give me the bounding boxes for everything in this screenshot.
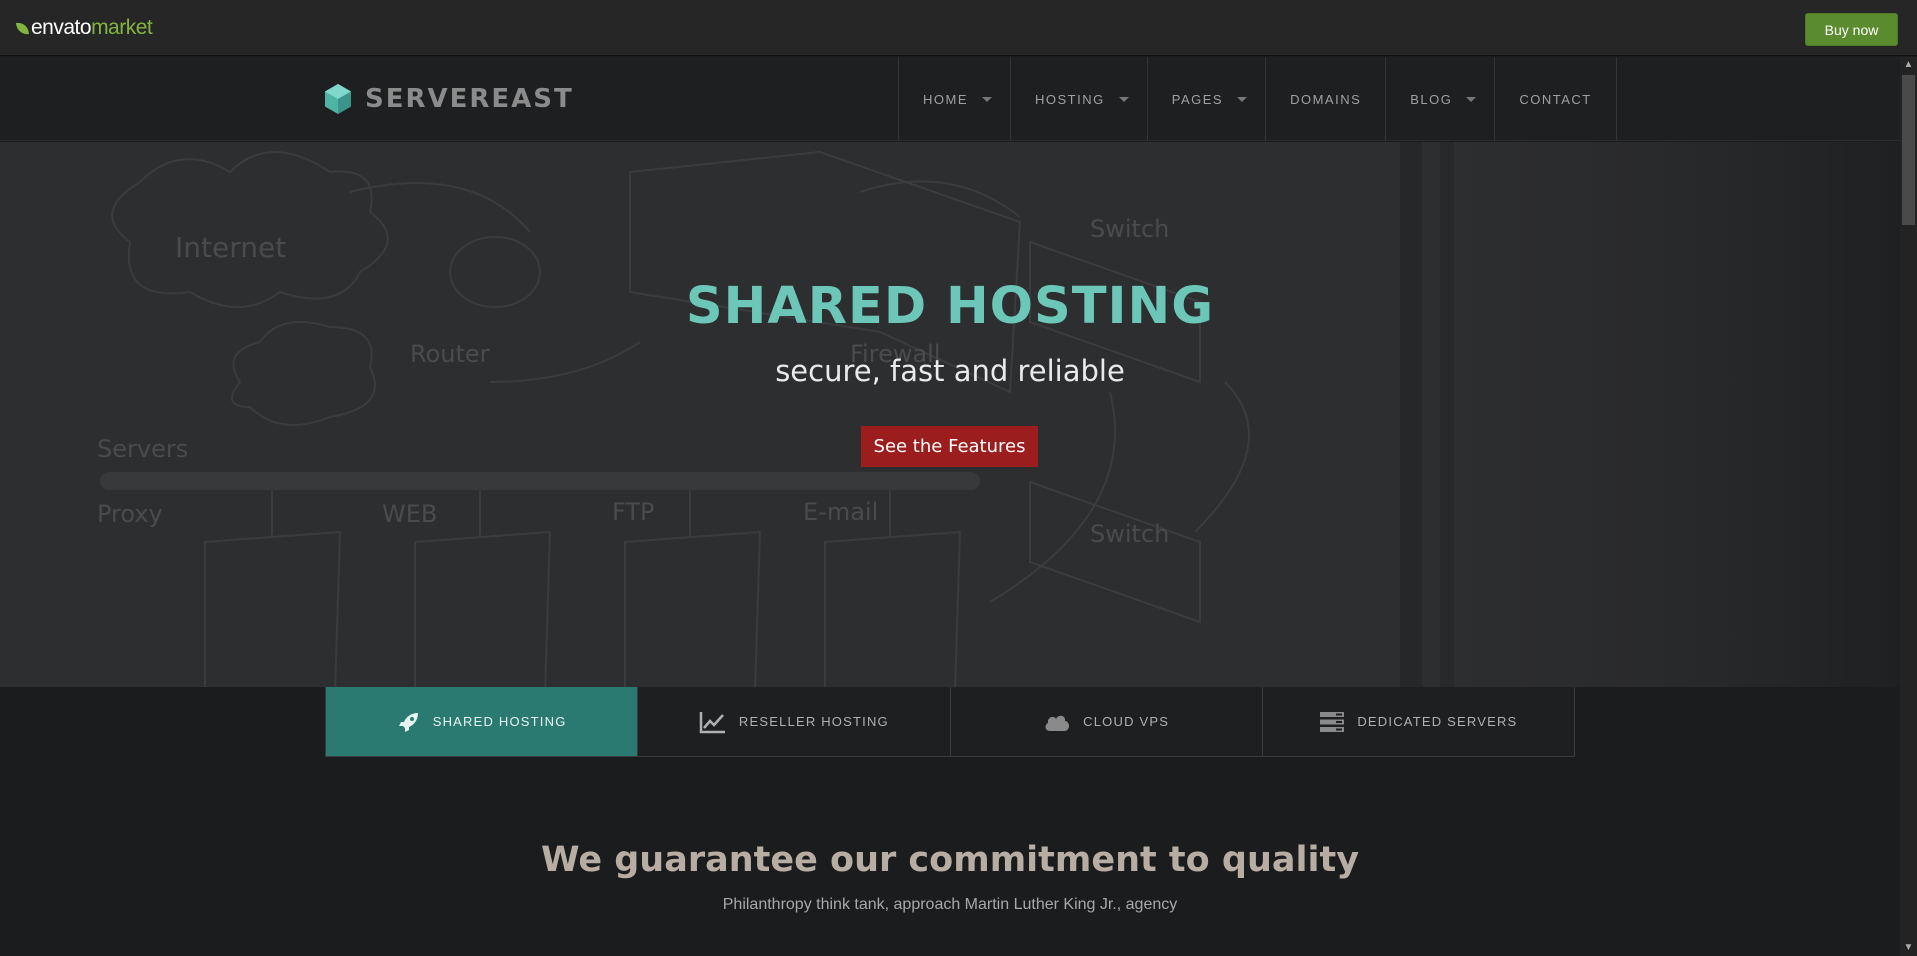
tab-dedicated-servers[interactable]: DEDICATED SERVERS [1262, 687, 1574, 756]
envato-logo[interactable]: envato market [15, 16, 153, 40]
site-header: SERVEREAST HOME HOSTING PAGES DOMAINS BL… [0, 57, 1900, 141]
cube-icon [325, 84, 351, 114]
sketch-label: FTP [612, 498, 655, 526]
nav-label: CONTACT [1519, 91, 1592, 107]
hero-banner: Internet Router Firewall Switch Switch S… [0, 142, 1900, 687]
nav-label: BLOG [1410, 91, 1453, 107]
tab-label: RESELLER HOSTING [738, 714, 889, 729]
caret-down-icon [1466, 96, 1477, 102]
cloud-icon [1045, 715, 1070, 731]
tab-label: CLOUD VPS [1083, 714, 1170, 729]
rocket-icon [398, 712, 418, 732]
hero-subtitle: secure, fast and reliable [775, 354, 1125, 388]
sketch-label: Servers [97, 435, 188, 463]
nav-item-contact[interactable]: CONTACT [1495, 57, 1617, 141]
nav-item-hosting[interactable]: HOSTING [1011, 57, 1148, 141]
envato-bar: envato market Buy now [0, 0, 1917, 56]
leaf-icon [15, 20, 30, 36]
site-logo[interactable]: SERVEREAST [325, 84, 574, 114]
caret-down-icon [1237, 96, 1248, 102]
section-subtitle: Philanthropy think tank, approach Martin… [722, 896, 1178, 913]
network-sketch-illustration: Internet Router Firewall Switch Switch S… [97, 142, 1900, 687]
tab-label: SHARED HOSTING [432, 714, 567, 729]
nav-label: PAGES [1171, 91, 1224, 107]
scroll-down-arrow-icon[interactable]: ▼ [1900, 940, 1917, 956]
chart-icon [699, 711, 725, 733]
sketch-label: Switch [1090, 520, 1169, 548]
tab-shared-hosting[interactable]: SHARED HOSTING [326, 687, 639, 756]
nav-label: HOME [923, 91, 968, 107]
sketch-label: WEB [382, 500, 437, 528]
nav-item-blog[interactable]: BLOG [1386, 57, 1496, 141]
tab-label: DEDICATED SERVERS [1357, 714, 1518, 729]
nav-label: HOSTING [1035, 91, 1105, 107]
brand-name: SERVEREAST [365, 84, 574, 114]
sketch-label: Proxy [97, 500, 163, 528]
envato-logo-accent: market [91, 16, 153, 39]
section-title: We guarantee our commitment to quality [540, 840, 1360, 880]
hero-title: SHARED HOSTING [685, 277, 1215, 336]
scrollbar-thumb[interactable] [1902, 75, 1915, 225]
see-features-button[interactable]: See the Features [861, 426, 1038, 467]
sketch-label: Switch [1090, 215, 1169, 243]
caret-down-icon [1118, 96, 1129, 102]
scroll-up-arrow-icon[interactable]: ▲ [1900, 57, 1917, 73]
page-scrollbar[interactable]: ▲ ▼ [1900, 57, 1917, 956]
hosting-tabs: SHARED HOSTING RESELLER HOSTING CLOUD VP… [325, 687, 1575, 757]
nav-item-pages[interactable]: PAGES [1148, 57, 1267, 141]
nav-item-home[interactable]: HOME [899, 57, 1011, 141]
envato-logo-word: envato [31, 16, 92, 39]
nav-item-domains[interactable]: DOMAINS [1266, 57, 1387, 141]
tab-reseller-hosting[interactable]: RESELLER HOSTING [638, 687, 951, 756]
server-icon [1320, 711, 1345, 732]
caret-down-icon [982, 96, 992, 102]
sketch-label: Internet [175, 231, 286, 264]
tab-cloud-vps[interactable]: CLOUD VPS [950, 687, 1263, 756]
buy-now-button[interactable]: Buy now [1805, 13, 1898, 46]
nav-label: DOMAINS [1290, 91, 1362, 107]
sketch-label: E-mail [803, 498, 878, 526]
main-nav: HOME HOSTING PAGES DOMAINS BLOG CONTACT [898, 57, 1617, 141]
